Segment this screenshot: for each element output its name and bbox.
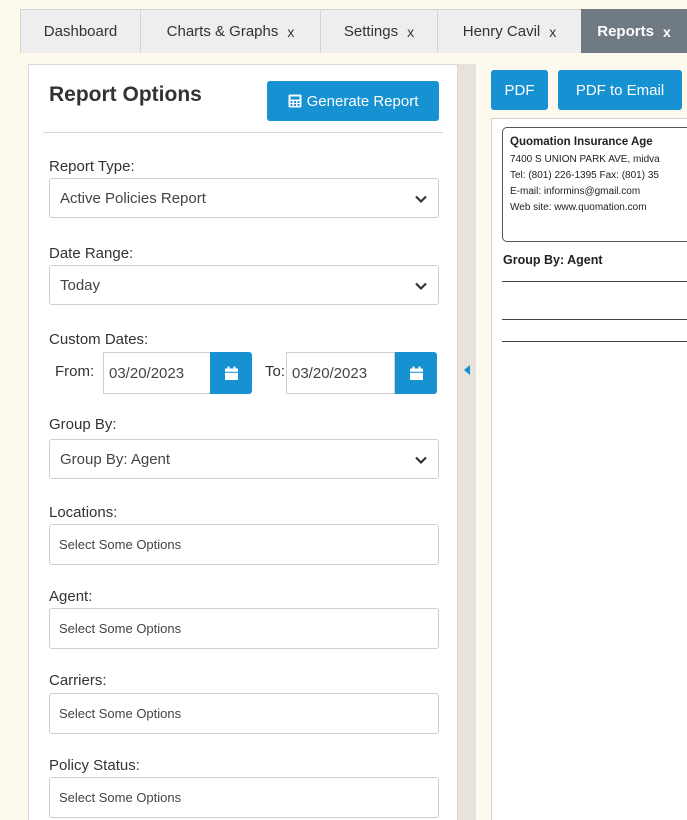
custom-dates-label: Custom Dates: bbox=[49, 331, 149, 348]
company-address: 7400 S UNION PARK AVE, midva bbox=[510, 154, 660, 165]
to-label: To: bbox=[265, 363, 286, 380]
calculator-icon bbox=[288, 94, 302, 108]
tab-label: Henry Cavil bbox=[462, 23, 541, 40]
from-label: From: bbox=[55, 363, 95, 380]
policy-status-placeholder: Select Some Options bbox=[59, 790, 182, 805]
to-date-input[interactable]: 03/20/2023 bbox=[286, 352, 395, 394]
carriers-placeholder: Select Some Options bbox=[59, 706, 182, 721]
company-email: E-mail: informins@gmail.com bbox=[510, 186, 641, 197]
chevron-down-icon bbox=[415, 195, 427, 204]
report-options-panel: Report Options Generate Report Report Ty… bbox=[28, 64, 458, 820]
chevron-down-icon bbox=[415, 456, 427, 465]
group-by-value: Group By: Agent bbox=[60, 450, 171, 468]
date-range-label: Date Range: bbox=[49, 245, 134, 262]
report-preview: Quomation Insurance Age 7400 S UNION PAR… bbox=[491, 118, 687, 820]
preview-group-by: Group By: Agent bbox=[503, 253, 603, 267]
company-website: Web site: www.quomation.com bbox=[510, 202, 647, 213]
locations-placeholder: Select Some Options bbox=[59, 537, 182, 552]
tab-settings[interactable]: Settings x bbox=[320, 9, 438, 53]
collapse-arrow-icon[interactable] bbox=[464, 365, 470, 375]
agent-label: Agent: bbox=[49, 588, 93, 605]
tab-label: Charts & Graphs bbox=[166, 23, 279, 40]
tab-henry-cavil[interactable]: Henry Cavil x bbox=[437, 9, 582, 53]
agent-multiselect[interactable]: Select Some Options bbox=[49, 608, 439, 649]
group-by-select[interactable]: Group By: Agent bbox=[49, 439, 439, 479]
close-icon[interactable]: x bbox=[663, 24, 671, 40]
from-calendar-button[interactable] bbox=[210, 352, 252, 394]
report-type-select[interactable]: Active Policies Report bbox=[49, 178, 439, 218]
tab-label: Settings bbox=[343, 23, 399, 40]
date-range-value: Today bbox=[60, 276, 101, 294]
calendar-icon bbox=[409, 366, 423, 380]
carriers-multiselect[interactable]: Select Some Options bbox=[49, 693, 439, 734]
tab-label: Reports bbox=[597, 23, 654, 40]
tab-dashboard[interactable]: Dashboard bbox=[20, 9, 141, 53]
company-name: Quomation Insurance Age bbox=[510, 136, 653, 148]
group-by-label: Group By: bbox=[49, 416, 117, 433]
report-rule bbox=[502, 281, 687, 282]
to-calendar-button[interactable] bbox=[395, 352, 437, 394]
tab-reports[interactable]: Reports x bbox=[581, 9, 687, 53]
to-date-value: 03/20/2023 bbox=[292, 364, 368, 382]
locations-label: Locations: bbox=[49, 504, 118, 521]
tab-label: Dashboard bbox=[43, 23, 118, 40]
from-date-value: 03/20/2023 bbox=[109, 364, 185, 382]
pdf-to-email-button[interactable]: PDF to Email bbox=[558, 70, 682, 110]
from-date-input[interactable]: 03/20/2023 bbox=[103, 352, 211, 394]
report-type-value: Active Policies Report bbox=[60, 189, 206, 207]
report-rule bbox=[502, 319, 687, 320]
report-type-label: Report Type: bbox=[49, 158, 135, 175]
company-phone: Tel: (801) 226-1395 Fax: (801) 35 bbox=[510, 170, 659, 181]
generate-report-button[interactable]: Generate Report bbox=[267, 81, 439, 121]
agent-placeholder: Select Some Options bbox=[59, 621, 182, 636]
locations-multiselect[interactable]: Select Some Options bbox=[49, 524, 439, 565]
policy-status-multiselect[interactable]: Select Some Options bbox=[49, 777, 439, 818]
report-rule bbox=[502, 341, 687, 342]
company-header: Quomation Insurance Age 7400 S UNION PAR… bbox=[502, 127, 687, 242]
tab-charts-graphs[interactable]: Charts & Graphs x bbox=[140, 9, 321, 53]
pdf-button[interactable]: PDF bbox=[491, 70, 548, 110]
date-range-select[interactable]: Today bbox=[49, 265, 439, 305]
carriers-label: Carriers: bbox=[49, 672, 107, 689]
close-icon[interactable]: x bbox=[407, 24, 414, 40]
generate-report-label: Generate Report bbox=[306, 92, 419, 110]
chevron-down-icon bbox=[415, 282, 427, 291]
pdf-to-email-label: PDF to Email bbox=[575, 81, 665, 99]
close-icon[interactable]: x bbox=[549, 24, 556, 40]
close-icon[interactable]: x bbox=[287, 24, 294, 40]
tab-bar: Dashboard Charts & Graphs x Settings x H… bbox=[0, 0, 687, 55]
panel-title: Report Options bbox=[49, 83, 202, 106]
panel-splitter[interactable] bbox=[458, 64, 476, 820]
policy-status-label: Policy Status: bbox=[49, 757, 140, 774]
calendar-icon bbox=[224, 366, 238, 380]
pdf-button-label: PDF bbox=[504, 81, 535, 99]
divider bbox=[43, 132, 443, 133]
